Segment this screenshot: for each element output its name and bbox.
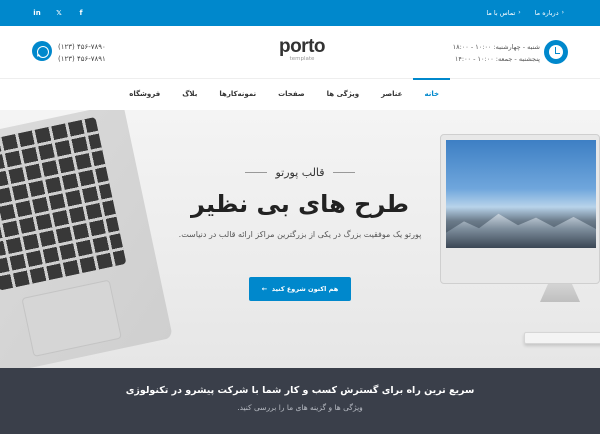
nav-label: خانه <box>424 90 439 98</box>
desk-keyboard <box>524 332 600 344</box>
hero-content: قالب پورتو طرح های بی نظیر پورتو یک موفق… <box>150 166 450 241</box>
whatsapp-icon[interactable] <box>32 41 52 61</box>
hero-headline: طرح های بی نظیر <box>191 190 409 218</box>
top-links: ‹ درباره ما ‹ تماس با ما <box>486 7 564 19</box>
eyebrow-line-left <box>245 172 268 173</box>
main-nav: خانه عناصر ویژگی ها صفحات نمونه‌کارها بل… <box>0 78 600 110</box>
hours-line-1: شنبه - چهارشنبه: ۱۰:۰۰ - ۱۸:۰۰ <box>452 43 540 51</box>
hours-line-2: پنجشنبه - جمعه: ۱۰:۰۰ - ۱۴:۰۰ <box>454 55 540 63</box>
nav-label: فروشگاه <box>129 90 161 98</box>
trackpad <box>21 279 122 357</box>
band-title: سریع ترین راه برای گسترش کسب و کار شما ب… <box>125 385 475 396</box>
chevron-left-icon: ‹ <box>561 9 564 16</box>
about-link-label: درباره ما <box>534 9 559 17</box>
cta-label: هم اکنون شروع کنید <box>271 285 339 293</box>
chevron-left-icon: ‹ <box>518 9 521 16</box>
call-to-action-band: سریع ترین راه برای گسترش کسب و کار شما ب… <box>0 368 600 434</box>
band-subtitle: ویژگی ها و گزینه های ما را بررسی کنید. <box>237 403 363 412</box>
logo[interactable]: porto template <box>272 36 332 62</box>
eyebrow-text: قالب پورتو <box>275 166 325 179</box>
imac-image <box>440 134 600 304</box>
contact-link-label: تماس با ما <box>486 9 516 17</box>
nav-item-features[interactable]: ویژگی ها <box>316 79 370 110</box>
imac-stand <box>540 284 580 302</box>
logo-word: porto <box>278 36 326 57</box>
arrow-left-icon: ← <box>261 285 270 293</box>
phone-numbers: (۱۲۳) ۴۵۶-۷۸۹۰ (۱۲۳) ۴۵۶-۷۸۹۱ <box>58 41 106 65</box>
twitter-icon[interactable]: 𝕏 <box>54 7 64 19</box>
nav-label: ویژگی ها <box>326 90 360 98</box>
nav-label: بلاگ <box>182 90 198 98</box>
nav-item-home[interactable]: خانه <box>413 78 450 110</box>
hero-description: پورتو یک موفقیت بزرگ در یکی از بزرگترین … <box>178 230 422 239</box>
facebook-icon[interactable]: f <box>76 7 86 19</box>
top-bar: in 𝕏 f ‹ درباره ما ‹ تماس با ما <box>0 0 600 26</box>
social-links: in 𝕏 f <box>32 7 86 19</box>
nav-label: صفحات <box>278 90 305 98</box>
nav-item-elements[interactable]: عناصر <box>370 79 413 110</box>
header: شنبه - چهارشنبه: ۱۰:۰۰ - ۱۸:۰۰ پنجشنبه -… <box>0 26 600 78</box>
phone-1[interactable]: (۱۲۳) ۴۵۶-۷۸۹۰ <box>58 41 106 53</box>
nav-item-pages[interactable]: صفحات <box>267 79 316 110</box>
phone-2[interactable]: (۱۲۳) ۴۵۶-۷۸۹۱ <box>58 53 106 65</box>
working-hours: شنبه - چهارشنبه: ۱۰:۰۰ - ۱۸:۰۰ پنجشنبه -… <box>453 41 540 65</box>
nav-item-shop[interactable]: فروشگاه <box>118 79 171 110</box>
contact-link[interactable]: ‹ تماس با ما <box>486 7 520 19</box>
nav-label: عناصر <box>381 90 403 98</box>
nav-item-blog[interactable]: بلاگ <box>171 79 208 110</box>
nav-item-portfolio[interactable]: نمونه‌کارها <box>208 79 267 110</box>
clock-icon <box>544 40 568 64</box>
laptop-image <box>0 110 173 368</box>
hero-eyebrow: قالب پورتو <box>150 166 450 179</box>
hero-section: قالب پورتو طرح های بی نظیر پورتو یک موفق… <box>0 110 600 368</box>
eyebrow-line-right <box>332 172 355 173</box>
linkedin-icon[interactable]: in <box>32 7 42 19</box>
keyboard-keys <box>0 116 127 291</box>
nav-label: نمونه‌کارها <box>219 90 257 98</box>
get-started-button[interactable]: هم اکنون شروع کنید ← <box>249 277 351 301</box>
about-link[interactable]: ‹ درباره ما <box>535 7 564 19</box>
